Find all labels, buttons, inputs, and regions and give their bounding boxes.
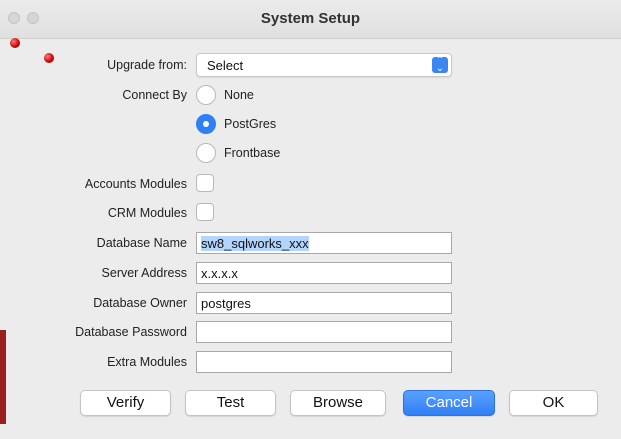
upgrade-from-select[interactable]: Select ⌃ ⌄ [196,53,452,77]
window-title: System Setup [260,10,361,27]
connect-by-label: Connect By [122,88,187,102]
database-name-value: sw8_sqlworks_xxx [201,236,309,251]
database-password-label: Database Password [75,325,187,339]
extra-modules-label: Extra Modules [107,355,187,369]
server-address-field[interactable]: x.x.x.x [196,262,452,284]
upgrade-from-value: Select [207,58,244,73]
server-address-value: x.x.x.x [201,266,238,281]
radio-postgres[interactable] [196,114,216,134]
database-password-field[interactable] [196,321,452,343]
radio-none-label: None [224,88,254,102]
accounts-modules-label: Accounts Modules [84,177,187,191]
browse-button[interactable]: Browse [290,390,386,416]
verify-button[interactable]: Verify [80,390,171,416]
database-owner-value: postgres [201,296,251,311]
test-button[interactable]: Test [185,390,276,416]
database-owner-field[interactable]: postgres [196,292,452,314]
server-address-label: Server Address [101,266,187,280]
red-marker-icon [10,38,20,48]
radio-postgres-label: PostGres [224,117,277,131]
red-marker-icon [44,53,54,63]
extra-modules-field[interactable] [196,351,452,373]
database-name-label: Database Name [96,236,187,250]
crm-modules-label: CRM Modules [107,206,187,220]
system-setup-window: System Setup Upgrade from: Select ⌃ ⌄ Con… [0,0,621,439]
database-name-field[interactable]: sw8_sqlworks_xxx [196,232,452,254]
left-edge-bar [0,330,6,424]
radio-frontbase[interactable] [196,143,216,163]
cancel-button[interactable]: Cancel [403,390,495,416]
radio-frontbase-label: Frontbase [224,146,281,160]
accounts-modules-checkbox[interactable] [196,174,214,192]
chevron-up-down-icon: ⌃ ⌄ [432,56,448,74]
radio-none[interactable] [196,85,216,105]
ok-button[interactable]: OK [509,390,598,416]
upgrade-from-label: Upgrade from: [107,58,187,72]
title-bar[interactable]: System Setup [0,0,621,39]
crm-modules-checkbox[interactable] [196,203,214,221]
database-owner-label: Database Owner [93,296,187,310]
